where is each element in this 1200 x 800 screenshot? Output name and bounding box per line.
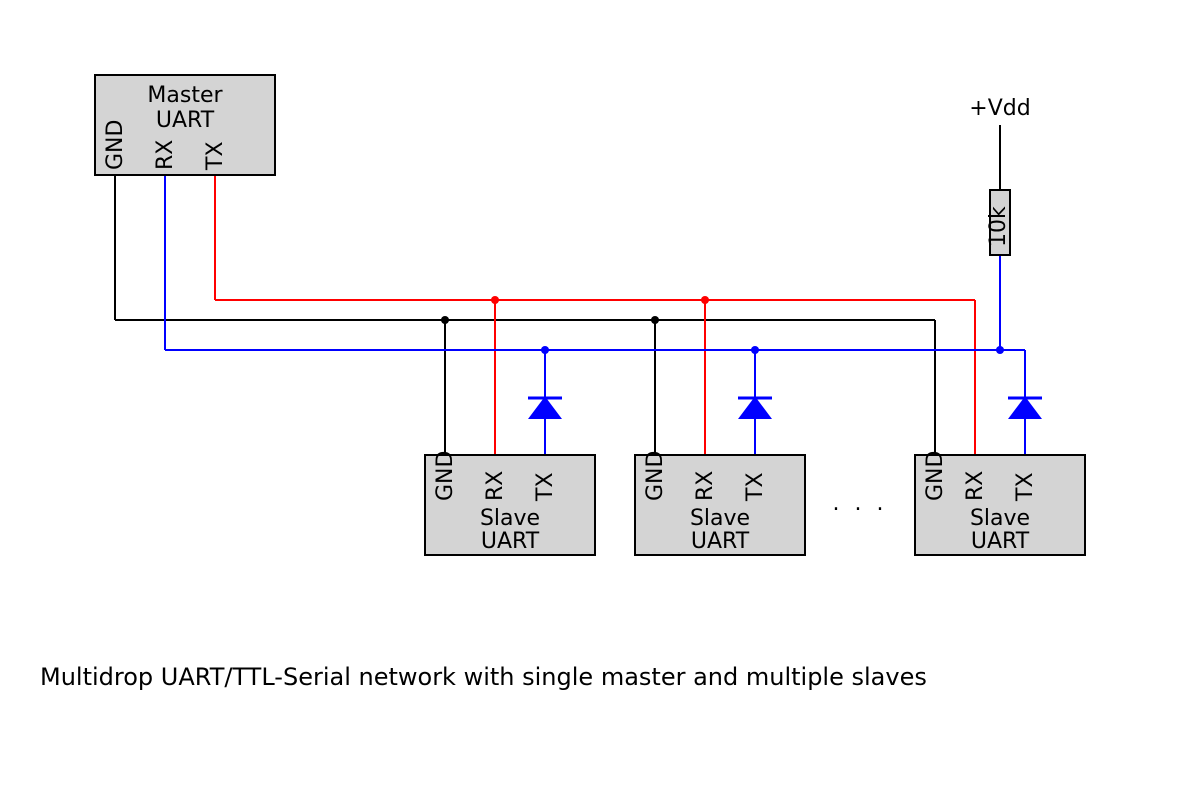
slave1-title2: UART: [481, 529, 540, 554]
diode-slave1: [528, 398, 562, 418]
master-title2: UART: [156, 108, 215, 133]
slave1-pin-gnd: GND: [433, 451, 458, 501]
slave1-pin-rx: RX: [483, 471, 508, 501]
slave2-title1: Slave: [690, 506, 750, 531]
vdd-label: +Vdd: [969, 96, 1030, 121]
slave2-title2: UART: [691, 529, 750, 554]
ellipsis-icon: . . .: [833, 491, 888, 516]
master-title1: Master: [147, 83, 223, 108]
master-pin-gnd: GND: [103, 120, 128, 170]
slave2-pin-gnd: GND: [643, 451, 668, 501]
slave-uart-block-n: GND RX TX Slave UART: [915, 451, 1085, 555]
slaven-pin-rx: RX: [963, 471, 988, 501]
slaven-title2: UART: [971, 529, 1030, 554]
pullup-resistor: 10k: [986, 190, 1011, 255]
slave2-pin-tx: TX: [743, 472, 768, 502]
slave-uart-block-1: GND RX TX Slave UART: [425, 451, 595, 555]
master-pin-tx: TX: [203, 141, 228, 171]
master-pin-rx: RX: [153, 140, 178, 170]
slaven-pin-tx: TX: [1013, 472, 1038, 502]
diode-slave3: [1008, 398, 1042, 418]
slave1-title1: Slave: [480, 506, 540, 531]
slaven-pin-gnd: GND: [923, 451, 948, 501]
resistor-value-label: 10k: [986, 206, 1011, 247]
slave2-pin-rx: RX: [693, 471, 718, 501]
slaven-title1: Slave: [970, 506, 1030, 531]
diagram-caption: Multidrop UART/TTL-Serial network with s…: [40, 663, 927, 691]
master-uart-block: Master UART GND RX TX: [95, 75, 275, 175]
slave-uart-block-2: GND RX TX Slave UART: [635, 451, 805, 555]
slave1-pin-tx: TX: [533, 472, 558, 502]
diode-slave2: [738, 398, 772, 418]
